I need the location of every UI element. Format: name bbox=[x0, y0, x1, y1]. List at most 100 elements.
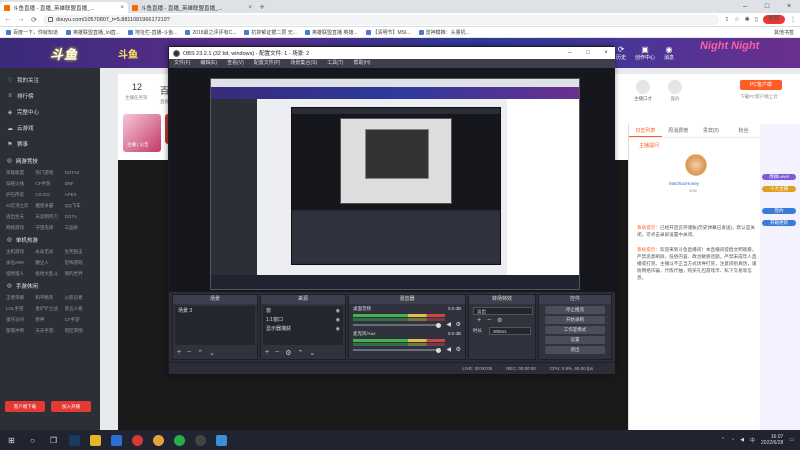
host-avatar[interactable] bbox=[685, 154, 707, 176]
search-icon[interactable]: ○ bbox=[27, 435, 38, 446]
app-icon[interactable] bbox=[216, 434, 227, 446]
gear-icon[interactable]: ⚙ bbox=[497, 317, 502, 324]
host-eloquence[interactable]: 主播口才 bbox=[632, 80, 654, 102]
menu-profile[interactable]: 配置文件(P) bbox=[254, 59, 281, 68]
category-link[interactable]: DOTA2 bbox=[65, 170, 94, 176]
category-link[interactable]: 天涯明月刀 bbox=[35, 214, 64, 220]
menu-view[interactable]: 查看(V) bbox=[227, 59, 244, 68]
move-down-icon[interactable]: ⌄ bbox=[209, 349, 215, 357]
add-icon[interactable]: + bbox=[477, 317, 481, 324]
volume-slider[interactable] bbox=[353, 322, 441, 328]
category-link[interactable]: 怪物猎人 bbox=[6, 271, 35, 277]
other-bookmarks[interactable]: 其他书签 bbox=[772, 29, 794, 36]
move-down-icon[interactable]: ⌄ bbox=[309, 349, 315, 357]
category-link[interactable]: 王者荣耀 bbox=[6, 295, 35, 301]
bookmark-item[interactable]: 2018最之评评有C... bbox=[185, 29, 236, 36]
minimize-icon[interactable]: – bbox=[561, 50, 579, 56]
bookmark-item[interactable]: 抗抑郁证据二层 无... bbox=[244, 29, 297, 36]
close-window-icon[interactable]: × bbox=[597, 50, 615, 56]
settings-button[interactable]: 设置 bbox=[545, 336, 605, 344]
notification-icon[interactable]: ▭ bbox=[789, 437, 794, 443]
category-link[interactable]: 金铲铲之战 bbox=[35, 306, 64, 312]
category-link[interactable]: 永劫无间 bbox=[35, 249, 64, 255]
volume-icon[interactable]: ◀ bbox=[740, 437, 744, 443]
input-language[interactable]: 中 bbox=[750, 437, 755, 444]
back-icon[interactable]: ← bbox=[4, 16, 12, 23]
category-link[interactable]: 炉石传说 bbox=[6, 192, 35, 198]
menu-edit[interactable]: 编辑(E) bbox=[200, 59, 217, 68]
browser-tab[interactable]: 斗鱼直播 - 直播_英雄联盟直播_... × bbox=[128, 2, 256, 13]
menu-tools[interactable]: 工具(T) bbox=[327, 59, 343, 68]
sidebar-item-center[interactable]: ◈ 完整中心 bbox=[0, 104, 100, 120]
category-link[interactable]: 生死狙击 bbox=[65, 249, 94, 255]
ad-badge[interactable]: 开箱更新 bbox=[762, 220, 796, 226]
volume-slider-knob[interactable] bbox=[436, 322, 441, 328]
update-button[interactable]: 更新 bbox=[763, 15, 785, 24]
speaker-icon[interactable]: ◀ bbox=[446, 321, 451, 328]
eye-icon[interactable]: ◉ bbox=[336, 317, 340, 323]
start-broadcast-button[interactable]: 加入开播 bbox=[51, 401, 91, 412]
bookmark-item[interactable]: 英雄联盟直播_lol直... bbox=[66, 29, 120, 36]
category-link[interactable]: 魔兽争霸 bbox=[35, 203, 64, 209]
move-up-icon[interactable]: ⌃ bbox=[297, 349, 303, 357]
obs-title-bar[interactable]: OBS 23.2.1 (32 bit, windows) - 配置文件: 1 -… bbox=[169, 47, 615, 59]
windows-start-icon[interactable]: ⊞ bbox=[6, 435, 17, 446]
maximize-icon[interactable]: □ bbox=[579, 50, 597, 56]
url-input[interactable]: douyu.com/10570807_t=5.881108196617219? bbox=[43, 14, 720, 25]
add-icon[interactable]: + bbox=[265, 349, 269, 357]
category-link[interactable]: CF手游 bbox=[35, 181, 64, 187]
remove-icon[interactable]: − bbox=[275, 349, 279, 357]
category-link[interactable]: 守望先锋 bbox=[35, 225, 64, 231]
clock[interactable]: 16:07 2022/6/28 bbox=[761, 434, 783, 446]
steam-app-icon[interactable] bbox=[69, 434, 80, 446]
menu-scene-collection[interactable]: 场景集合(S) bbox=[290, 59, 317, 68]
task-view-icon[interactable]: ❐ bbox=[48, 435, 59, 446]
extensions-icon[interactable]: ✱ bbox=[745, 16, 750, 23]
pc-client-button[interactable]: PC客户端 bbox=[740, 80, 782, 90]
stop-streaming-button[interactable]: 停止推流 bbox=[545, 306, 605, 314]
ad-badge[interactable]: 十大主播 bbox=[762, 186, 796, 192]
category-link[interactable]: 极地大乱斗 bbox=[35, 271, 64, 277]
tab-vip[interactable]: 贵宾(0) bbox=[695, 124, 728, 137]
remove-icon[interactable]: − bbox=[187, 349, 191, 357]
category-link[interactable]: DOTA bbox=[65, 214, 94, 220]
bookmark-item[interactable]: 【清明节】MSI... bbox=[365, 29, 411, 36]
transition-select[interactable]: 淡出 bbox=[473, 307, 533, 315]
close-window-icon[interactable]: × bbox=[778, 0, 800, 13]
category-link[interactable]: lol云顶之弈 bbox=[6, 203, 35, 209]
share-icon[interactable]: ⇪ bbox=[724, 16, 729, 23]
sidebar-item-rank[interactable]: ≡ 排行榜 bbox=[0, 88, 100, 104]
reload-icon[interactable]: ⟳ bbox=[30, 16, 38, 24]
studio-mode-button[interactable]: 工作室模式 bbox=[545, 326, 605, 334]
host-question[interactable]: 主播提问 bbox=[639, 142, 659, 149]
sidebar-icon[interactable]: ▯ bbox=[755, 16, 758, 23]
wechat-app-icon[interactable] bbox=[174, 434, 185, 446]
category-link[interactable]: 部落冲突 bbox=[6, 328, 35, 334]
source-item[interactable]: 窗 ◉ bbox=[263, 306, 343, 315]
menu-icon[interactable]: ⋮ bbox=[790, 16, 796, 23]
category-link[interactable]: CF手游 bbox=[65, 317, 94, 323]
bookmark-item[interactable]: 雷神模推：头量机... bbox=[418, 29, 470, 36]
forward-icon[interactable]: → bbox=[17, 16, 25, 23]
bookmark-item[interactable]: 地址栏-直播-斗鱼... bbox=[127, 29, 177, 36]
category-link[interactable]: QQ飞车 bbox=[65, 203, 94, 209]
close-tab-icon[interactable]: × bbox=[248, 5, 252, 11]
site-logo[interactable]: 斗鱼 bbox=[50, 44, 78, 63]
category-link[interactable]: 穿越火线 bbox=[6, 181, 35, 187]
eye-icon[interactable]: ◉ bbox=[336, 308, 340, 314]
category-link[interactable]: 恐怖游戏 bbox=[65, 260, 94, 266]
tray-chevron-icon[interactable]: ⌃ bbox=[721, 437, 725, 443]
menu-file[interactable]: 文件(F) bbox=[174, 59, 190, 68]
category-link[interactable]: 暗区突围 bbox=[65, 328, 94, 334]
category-link[interactable]: 我的世界 bbox=[65, 271, 94, 277]
sidebar-item-follow[interactable]: ♡ 我的关注 bbox=[0, 72, 100, 88]
volume-slider[interactable] bbox=[353, 347, 441, 353]
category-link[interactable]: 和平精英 bbox=[35, 295, 64, 301]
duration-input[interactable]: 300ms bbox=[489, 327, 531, 335]
app-icon[interactable] bbox=[132, 434, 143, 446]
category-link[interactable]: 主机游戏 bbox=[6, 249, 35, 255]
category-link[interactable]: 火影忍者 bbox=[65, 295, 94, 301]
category-link[interactable]: 原神 bbox=[35, 317, 64, 323]
obs-app-icon[interactable] bbox=[195, 434, 206, 446]
source-item[interactable]: 1:1窗口 ◉ bbox=[263, 315, 343, 324]
